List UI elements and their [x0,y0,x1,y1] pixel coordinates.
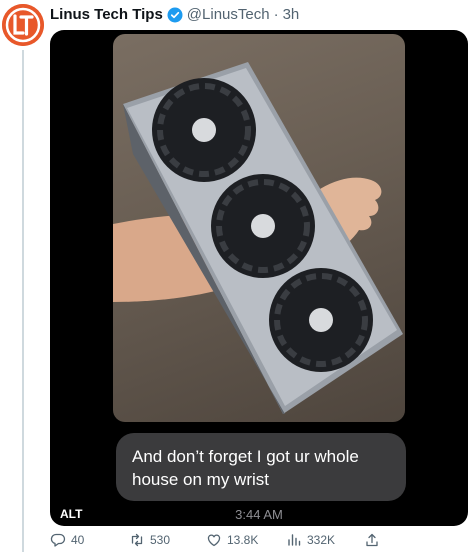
tweet-header: Linus Tech Tips @LinusTech · 3h [50,6,299,23]
views-icon [288,534,301,546]
author-name[interactable]: Linus Tech Tips [50,6,163,23]
tweet-timestamp[interactable]: 3h [283,6,300,23]
views-button[interactable]: 332K [286,532,335,548]
like-button[interactable]: 13.8K [206,532,258,548]
reply-count: 40 [71,533,85,547]
heart-icon [207,534,221,547]
avatar[interactable] [2,4,44,46]
reply-button[interactable]: 40 [50,532,84,548]
share-icon [366,533,378,547]
thread-line [22,50,24,552]
retweet-icon [131,533,143,547]
verified-badge-icon [167,7,183,23]
retweet-button[interactable]: 530 [129,532,170,548]
ltt-logo-icon [2,4,44,46]
reply-icon [50,533,66,547]
gpu-photo [113,34,405,422]
tweet-actions: 40 530 13.8K 332K [50,532,468,550]
author-handle[interactable]: @LinusTech [187,6,270,23]
retweet-count: 530 [150,533,171,547]
like-count: 13.8K [227,533,259,547]
separator-dot: · [273,6,279,23]
message-bubble: And don’t forget I got ur whole house on… [116,433,406,501]
tweet-media[interactable]: And don’t forget I got ur whole house on… [50,30,468,526]
share-button[interactable] [364,532,380,548]
message-time: 3:44 AM [235,507,283,522]
views-count: 332K [307,533,336,547]
